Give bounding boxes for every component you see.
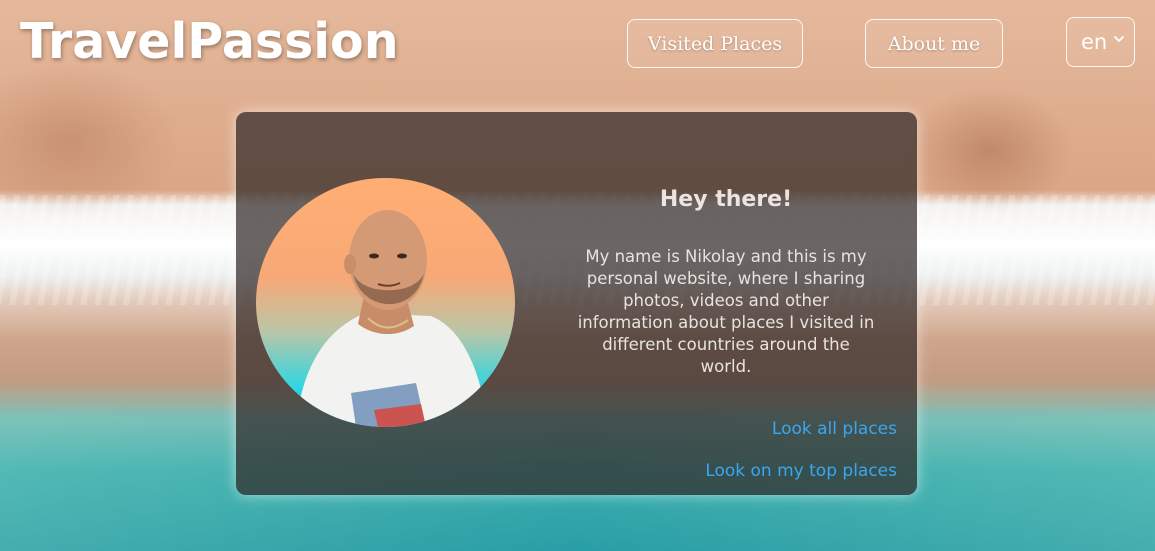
profile-photo (256, 178, 515, 427)
language-select-value: en (1081, 30, 1108, 54)
language-select[interactable]: en (1066, 17, 1135, 67)
chevron-down-icon (1114, 36, 1124, 42)
look-all-places-link[interactable]: Look all places (772, 419, 897, 439)
visited-places-button[interactable]: Visited Places (627, 19, 803, 68)
look-top-places-link[interactable]: Look on my top places (705, 461, 897, 481)
site-logo[interactable]: TravelPassion (20, 12, 399, 72)
about-me-button[interactable]: About me (865, 19, 1003, 68)
card-description: My name is Nikolay and this is my person… (577, 247, 875, 376)
intro-card: Hey there! My name is Nikolay and this i… (236, 112, 917, 495)
card-title: Hey there! (659, 187, 793, 212)
